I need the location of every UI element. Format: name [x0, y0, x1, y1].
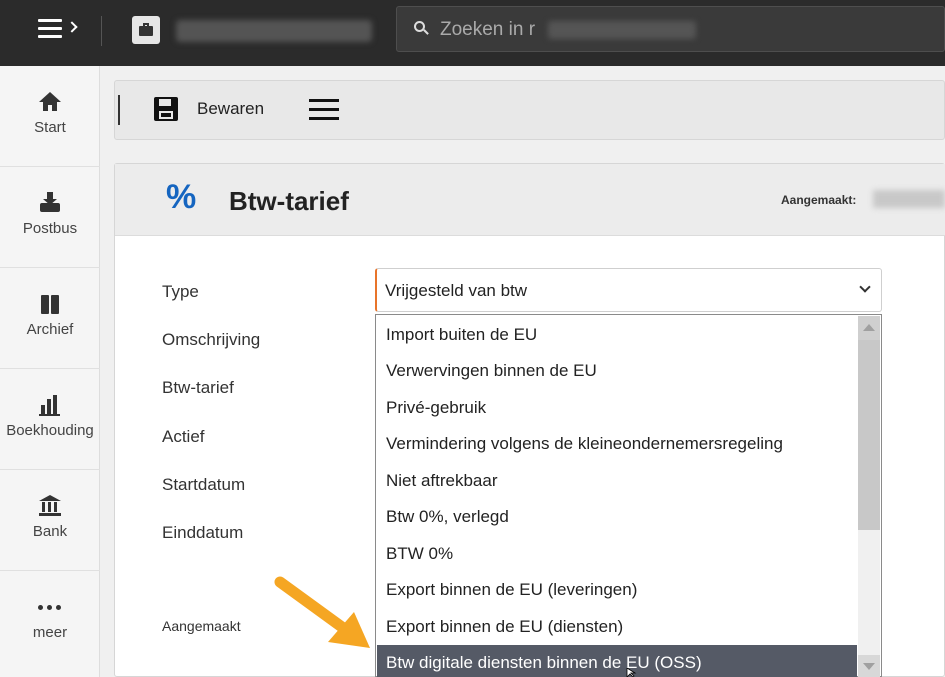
sidebar-item-label: Postbus	[22, 220, 78, 237]
floppy-label	[159, 111, 173, 119]
type-select[interactable]: Vrijgesteld van btw	[375, 268, 882, 312]
type-dropdown-list: Import buiten de EU Verwervingen binnen …	[375, 314, 882, 677]
bank-roof	[39, 495, 61, 501]
dropdown-option[interactable]: Verwervingen binnen de EU	[377, 353, 857, 389]
search-input[interactable]	[440, 17, 540, 43]
description-label: Omschrijving	[162, 330, 261, 349]
page-title: Btw-tarief	[229, 186, 349, 216]
archive-binder	[41, 295, 49, 314]
dropdown-option[interactable]: Import buiten de EU	[377, 317, 857, 353]
bar-chart-icon	[38, 393, 62, 417]
annotation-arrow-icon	[274, 576, 370, 648]
archive-icon	[38, 292, 62, 316]
scroll-down-icon	[863, 663, 875, 670]
sidebar-item-postbus[interactable]: Postbus	[0, 167, 100, 268]
floppy-disk-icon	[154, 97, 178, 121]
created-footer-label: Aangemaakt	[162, 618, 241, 634]
scroll-up-button[interactable]	[858, 316, 880, 340]
mouse-cursor-icon	[626, 668, 637, 677]
save-button[interactable]: Bewaren	[150, 93, 276, 127]
scrollbar-thumb[interactable]	[858, 340, 880, 530]
created-value-redacted	[873, 190, 945, 208]
bank-column	[42, 502, 45, 512]
sidebar-item-label: Start	[34, 119, 66, 136]
sidebar-item-label: Archief	[26, 321, 74, 338]
hamburger-icon	[309, 99, 339, 102]
company-name-redacted[interactable]	[176, 20, 372, 42]
home-door	[48, 105, 52, 111]
dropdown-option[interactable]: Export binnen de EU (diensten)	[377, 609, 857, 645]
bank-floor	[39, 513, 61, 516]
vat-rate-label: Btw-tarief	[162, 378, 234, 397]
search-text-redacted	[548, 21, 696, 39]
active-label: Actief	[162, 427, 205, 446]
dropdown-option-highlighted[interactable]: Btw digitale diensten binnen de EU (OSS)	[377, 645, 857, 677]
dropdown-option[interactable]: Privé-gebruik	[377, 390, 857, 426]
dropdown-option[interactable]: BTW 0%	[377, 536, 857, 572]
hamburger-icon-line	[38, 27, 62, 30]
sidebar-item-label: Boekhouding	[6, 422, 94, 439]
hamburger-icon-line	[309, 108, 339, 111]
chart-bar	[41, 405, 45, 414]
sidebar-item-boekhouding[interactable]: Boekhouding	[0, 369, 100, 470]
start-date-label: Startdatum	[162, 475, 246, 494]
scroll-down-button[interactable]	[858, 655, 880, 677]
dropdown-option[interactable]: Btw 0%, verlegd	[377, 499, 857, 535]
save-button-label: Bewaren	[197, 99, 265, 118]
chart-bar	[53, 395, 57, 414]
sidebar-item-archief[interactable]: Archief	[0, 268, 100, 369]
inbox-tray	[40, 203, 60, 212]
more-dot	[56, 605, 61, 610]
menu-toggle-button[interactable]	[36, 17, 84, 43]
chart-axis	[39, 414, 60, 416]
topbar-divider	[101, 16, 102, 46]
bank-icon	[38, 494, 62, 518]
dropdown-option[interactable]: Niet aftrekbaar	[377, 463, 857, 499]
more-dot	[38, 605, 43, 610]
dropdown-option[interactable]: Vermindering volgens de kleineondernemer…	[377, 426, 857, 462]
bank-column	[48, 502, 51, 512]
toolbar-divider	[118, 95, 120, 125]
archive-binder	[51, 295, 59, 314]
chevron-down-icon	[859, 281, 871, 293]
sidebar: Start Postbus Archief Boekhouding Bank m…	[0, 66, 100, 677]
chevron-right-icon	[66, 21, 78, 33]
inbox-icon	[38, 191, 62, 215]
sidebar-item-label: meer	[32, 624, 68, 641]
hamburger-icon-line	[309, 117, 339, 120]
sidebar-item-start[interactable]: Start	[0, 66, 100, 167]
type-select-value: Vrijgesteld van btw	[385, 281, 528, 300]
more-actions-menu-button[interactable]	[307, 95, 341, 125]
more-dots-icon	[38, 595, 62, 619]
type-label: Type	[162, 282, 199, 301]
hamburger-icon-line	[38, 35, 62, 38]
sidebar-item-bank[interactable]: Bank	[0, 470, 100, 571]
chart-bar	[47, 399, 51, 414]
briefcase-icon[interactable]	[132, 16, 160, 44]
hamburger-icon	[38, 19, 62, 22]
scroll-up-icon	[863, 324, 875, 331]
floppy-shutter	[159, 99, 171, 106]
end-date-label: Einddatum	[162, 523, 244, 542]
percent-icon: %	[166, 178, 197, 216]
sidebar-item-label: Bank	[32, 523, 68, 540]
search-icon	[414, 21, 429, 35]
bank-column	[54, 502, 57, 512]
home-icon	[38, 90, 62, 114]
sidebar-item-meer[interactable]: meer	[0, 571, 100, 672]
more-dot	[47, 605, 52, 610]
briefcase-body	[139, 26, 153, 36]
created-label: Aangemaakt:	[781, 193, 857, 207]
dropdown-option[interactable]: Export binnen de EU (leveringen)	[377, 572, 857, 608]
